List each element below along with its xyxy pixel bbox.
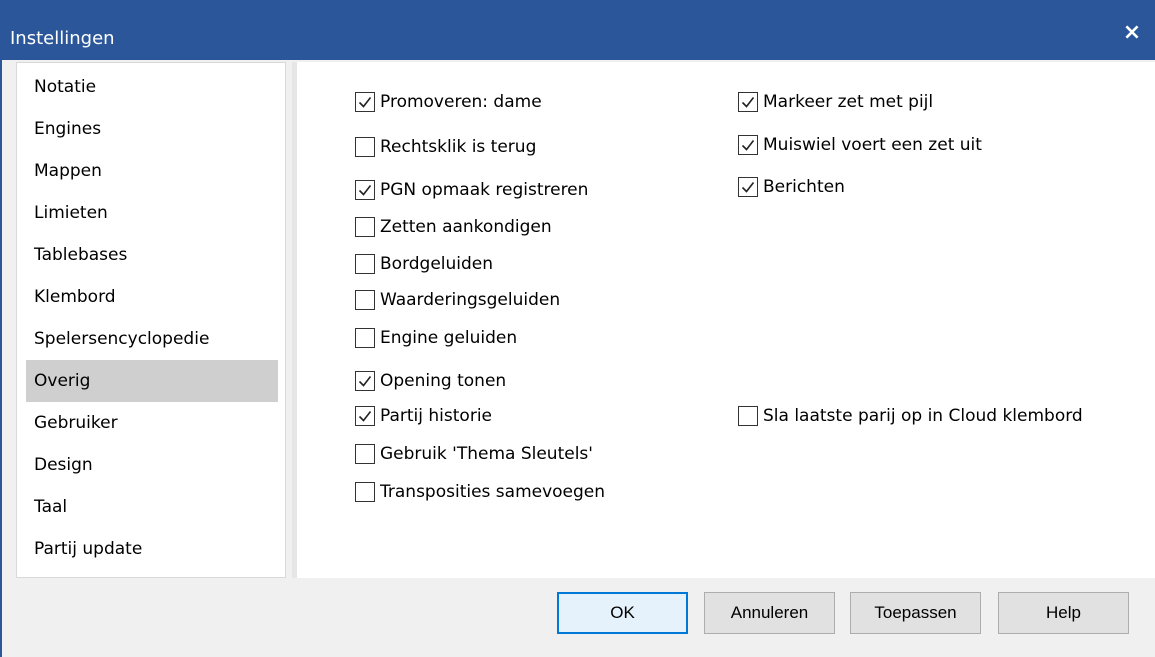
checkmark-icon	[358, 97, 372, 108]
sidebar-item-label: Notatie	[34, 77, 97, 97]
checkbox-box[interactable]	[355, 137, 375, 157]
checkbox-label: Markeer zet met pijl	[763, 92, 934, 112]
checkbox-label: Promoveren: dame	[380, 92, 542, 112]
checkbox-opening-tonen[interactable]: Opening tonen	[355, 367, 506, 395]
checkbox-label: Zetten aankondigen	[380, 217, 552, 237]
ok-button[interactable]: OK	[557, 592, 688, 634]
checkbox-markeer-zet-met-pijl[interactable]: Markeer zet met pijl	[738, 88, 933, 116]
checkbox-box[interactable]	[738, 406, 758, 426]
checkmark-icon	[741, 140, 755, 151]
sidebar-item-mappen[interactable]: Mappen	[26, 150, 278, 192]
checkbox-label: Partij historie	[380, 406, 493, 426]
checkbox-box[interactable]	[355, 444, 375, 464]
sidebar-item-overig[interactable]: Overig	[26, 360, 278, 402]
apply-button[interactable]: Toepassen	[850, 592, 981, 634]
checkbox-zetten-aankondigen[interactable]: Zetten aankondigen	[355, 213, 552, 241]
sidebar-item-limieten[interactable]: Limieten	[26, 192, 278, 234]
checkbox-partij-historie[interactable]: Partij historie	[355, 402, 492, 430]
help-button[interactable]: Help	[998, 592, 1129, 634]
checkbox-rechtsklik-is-terug[interactable]: Rechtsklik is terug	[355, 133, 536, 161]
checkbox-label: Sla laatste parij op in Cloud klembord	[763, 406, 1083, 426]
sidebar-item-design[interactable]: Design	[26, 444, 278, 486]
checkbox-box[interactable]	[355, 406, 375, 426]
checkbox-label: Engine geluiden	[380, 328, 518, 348]
checkbox-label: PGN opmaak registreren	[380, 180, 589, 200]
checkbox-promoveren-dame[interactable]: Promoveren: dame	[355, 88, 542, 116]
checkbox-box[interactable]	[355, 482, 375, 502]
checkbox-berichten[interactable]: Berichten	[738, 173, 845, 201]
checkbox-box[interactable]	[355, 92, 375, 112]
checkbox-waarderingsgeluiden[interactable]: Waarderingsgeluiden	[355, 286, 560, 314]
sidebar-item-notatie[interactable]: Notatie	[26, 66, 278, 108]
sidebar-item-label: Design	[34, 455, 93, 475]
checkbox-box[interactable]	[738, 92, 758, 112]
sidebar-item-partij-update[interactable]: Partij update	[26, 528, 278, 570]
window-title: Instellingen	[10, 28, 115, 49]
checkbox-box[interactable]	[355, 180, 375, 200]
sidebar-item-label: Tablebases	[34, 245, 128, 265]
checkmark-icon	[741, 97, 755, 108]
checkmark-icon	[358, 376, 372, 387]
checkbox-label: Bordgeluiden	[380, 254, 494, 274]
checkbox-label: Gebruik 'Thema Sleutels'	[380, 444, 593, 464]
settings-category-list: Notatie Engines Mappen Limieten Tablebas…	[16, 62, 286, 578]
sidebar-item-label: Gebruiker	[34, 413, 118, 433]
checkbox-gebruik-thema-sleutels[interactable]: Gebruik 'Thema Sleutels'	[355, 440, 593, 468]
checkmark-icon	[741, 182, 755, 193]
checkbox-box[interactable]	[355, 328, 375, 348]
checkbox-label: Muiswiel voert een zet uit	[763, 135, 982, 155]
checkbox-box[interactable]	[738, 135, 758, 155]
cancel-button[interactable]: Annuleren	[704, 592, 835, 634]
checkbox-label: Transposities samevoegen	[380, 482, 606, 502]
sidebar-item-label: Engines	[34, 119, 102, 139]
checkbox-bordgeluiden[interactable]: Bordgeluiden	[355, 250, 493, 278]
checkbox-label: Waarderingsgeluiden	[380, 290, 561, 310]
checkbox-label: Berichten	[763, 177, 845, 197]
sidebar-item-label: Overig	[34, 371, 91, 391]
sidebar-item-label: Taal	[34, 497, 68, 517]
checkmark-icon	[358, 185, 372, 196]
checkbox-label: Opening tonen	[380, 371, 507, 391]
title-bar: Instellingen ×	[0, 0, 1155, 60]
checkbox-label: Rechtsklik is terug	[380, 137, 537, 157]
sidebar-item-klembord[interactable]: Klembord	[26, 276, 278, 318]
checkbox-box[interactable]	[355, 371, 375, 391]
sidebar-item-label: Partij update	[34, 539, 143, 559]
checkbox-box[interactable]	[355, 217, 375, 237]
close-icon[interactable]: ×	[1115, 18, 1149, 48]
checkmark-icon	[358, 411, 372, 422]
sidebar-item-engines[interactable]: Engines	[26, 108, 278, 150]
checkbox-engine-geluiden[interactable]: Engine geluiden	[355, 324, 517, 352]
sidebar-item-label: Mappen	[34, 161, 102, 181]
checkbox-transposities-samevoegen[interactable]: Transposities samevoegen	[355, 478, 605, 506]
sidebar-item-gebruiker[interactable]: Gebruiker	[26, 402, 278, 444]
sidebar-item-taal[interactable]: Taal	[26, 486, 278, 528]
sidebar-item-label: Spelersencyclopedie	[34, 329, 210, 349]
checkbox-sla-laatste-parij-op-in-cloud-klembord[interactable]: Sla laatste parij op in Cloud klembord	[738, 402, 1083, 430]
checkbox-box[interactable]	[355, 254, 375, 274]
sidebar-item-tablebases[interactable]: Tablebases	[26, 234, 278, 276]
sidebar-item-label: Limieten	[34, 203, 108, 223]
checkbox-pgn-opmaak-registreren[interactable]: PGN opmaak registreren	[355, 176, 588, 204]
checkbox-muiswiel-voert-een-zet-uit[interactable]: Muiswiel voert een zet uit	[738, 131, 982, 159]
sidebar-item-spelersencyclopedie[interactable]: Spelersencyclopedie	[26, 318, 278, 360]
checkbox-box[interactable]	[355, 290, 375, 310]
sidebar-item-label: Klembord	[34, 287, 116, 307]
checkbox-box[interactable]	[738, 177, 758, 197]
